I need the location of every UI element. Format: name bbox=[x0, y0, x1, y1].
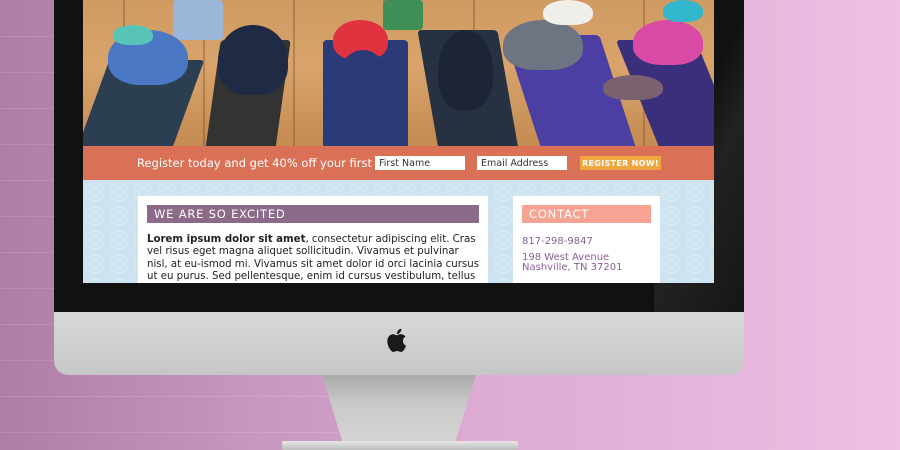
hero-yoga-photo bbox=[83, 0, 714, 146]
contact-phone[interactable]: 817-298-9847 bbox=[522, 236, 593, 247]
first-name-input[interactable] bbox=[375, 156, 465, 170]
content-area: WE ARE SO EXCITED Lorem ipsum dolor sit … bbox=[83, 180, 714, 283]
register-promo-text: Register today and get 40% off your firs… bbox=[137, 156, 409, 170]
intro-paragraph: Lorem ipsum dolor sit amet, consectetur … bbox=[147, 234, 482, 283]
apple-logo-icon bbox=[387, 328, 407, 352]
monitor-foot bbox=[282, 441, 518, 450]
contact-address-line2: Nashville, TN 37201 bbox=[522, 262, 623, 273]
monitor-screen: Register today and get 40% off your firs… bbox=[83, 0, 714, 283]
monitor-stand bbox=[322, 375, 476, 445]
intro-card: WE ARE SO EXCITED Lorem ipsum dolor sit … bbox=[138, 196, 488, 283]
register-now-button[interactable]: REGISTER NOW! bbox=[580, 156, 661, 170]
register-banner: Register today and get 40% off your firs… bbox=[83, 146, 714, 180]
intro-heading: WE ARE SO EXCITED bbox=[147, 205, 479, 223]
contact-card: CONTACT 817-298-9847 198 West Avenue Nas… bbox=[513, 196, 660, 283]
intro-lead-bold: Lorem ipsum dolor sit amet bbox=[147, 234, 306, 245]
contact-heading: CONTACT bbox=[522, 205, 651, 223]
email-address-input[interactable] bbox=[477, 156, 567, 170]
